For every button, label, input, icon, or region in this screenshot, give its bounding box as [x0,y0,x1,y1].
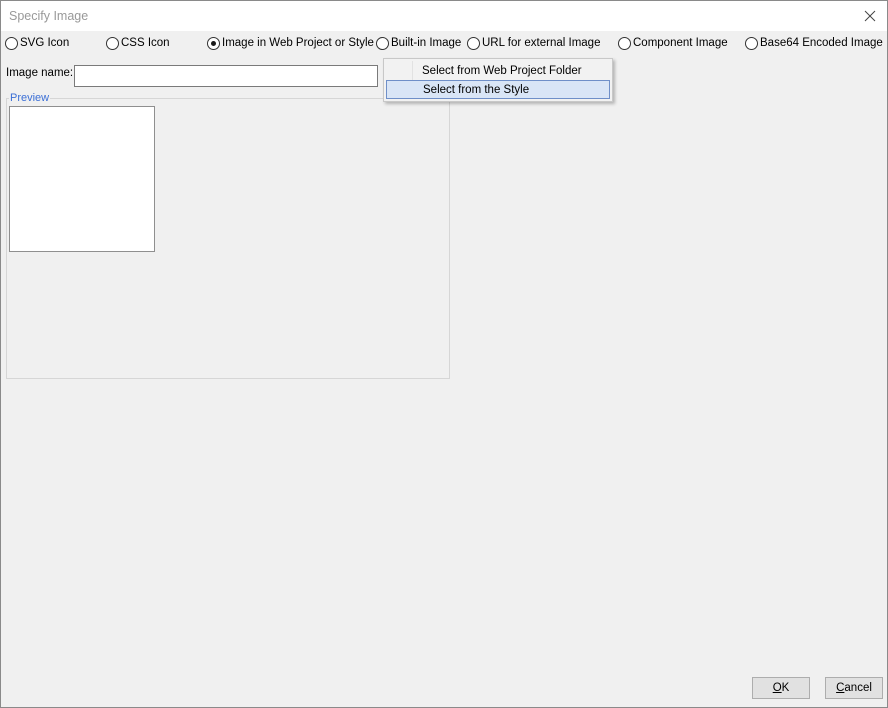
cancel-mnemonic: C [836,682,845,694]
radio-label: Built-in Image [391,37,462,49]
radio-built-in-image[interactable]: Built-in Image [376,34,461,52]
image-preview [9,106,155,252]
radio-label: Component Image [633,37,728,49]
cancel-label-rest: ancel [844,682,872,694]
menu-item-select-from-web-project-folder[interactable]: Select from Web Project Folder [386,61,610,80]
image-source-popup-menu: Select from Web Project Folder Select fr… [383,58,613,102]
radio-button-icon [467,36,480,50]
dialog-title: Specify Image [9,9,89,23]
preview-group: Preview [6,92,450,379]
radio-label: Base64 Encoded Image [760,37,883,49]
radio-label: URL for external Image [482,37,601,49]
image-name-input[interactable] [74,65,378,87]
ok-label-rest: K [781,682,790,694]
radio-button-icon [5,36,18,50]
image-name-label: Image name: [6,67,74,79]
radio-button-icon [618,36,631,50]
ok-button[interactable]: OK [752,677,810,699]
radio-button-icon [106,36,119,50]
menu-item-label: Select from Web Project Folder [422,64,582,77]
radio-label: CSS Icon [121,37,170,49]
menu-item-label: Select from the Style [423,83,530,96]
specify-image-dialog: Specify Image SVG Icon CSS Icon Image in… [0,0,888,708]
radio-image-in-web-project[interactable]: Image in Web Project or Style [207,34,374,52]
radio-label: SVG Icon [20,37,70,49]
ok-mnemonic: O [772,682,782,694]
close-icon [864,10,876,22]
radio-css-icon[interactable]: CSS Icon [106,34,170,52]
radio-button-icon [745,36,758,50]
radio-button-icon [376,36,389,50]
radio-base64-image[interactable]: Base64 Encoded Image [745,34,883,52]
radio-label: Image in Web Project or Style [222,37,374,49]
cancel-button[interactable]: Cancel [825,677,883,699]
radio-component-image[interactable]: Component Image [618,34,728,52]
preview-legend: Preview [9,92,51,105]
radio-button-checked-icon [207,36,220,50]
image-type-radio-group: SVG Icon CSS Icon Image in Web Project o… [1,34,887,52]
title-bar: Specify Image [1,1,887,31]
radio-svg-icon[interactable]: SVG Icon [5,34,69,52]
menu-item-select-from-style[interactable]: Select from the Style [386,80,610,99]
close-button[interactable] [857,3,883,29]
radio-url-external-image[interactable]: URL for external Image [467,34,600,52]
